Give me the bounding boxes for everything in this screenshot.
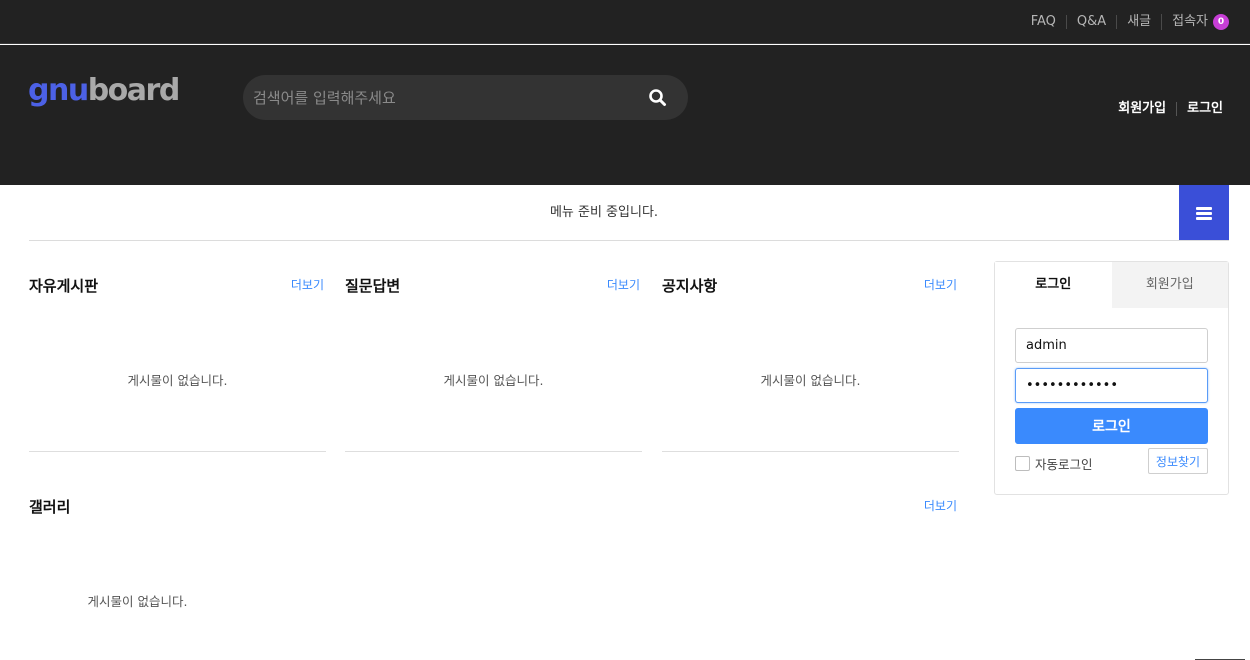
logo-gnu: gnu <box>28 73 89 108</box>
logo[interactable]: gnu board <box>28 71 180 115</box>
more-link[interactable]: 더보기 <box>924 497 957 514</box>
board-qa: 질문답변 더보기 게시물이 없습니다. <box>345 275 642 452</box>
all-menu-button[interactable] <box>1179 185 1229 240</box>
divider <box>29 451 326 452</box>
auto-login[interactable]: 자동로그인 <box>1015 454 1093 473</box>
more-link[interactable]: 더보기 <box>607 276 640 293</box>
header-links: 회원가입 로그인 <box>1108 102 1223 116</box>
empty-message: 게시물이 없습니다. <box>87 594 188 609</box>
top-bar: FAQ Q&A 새글 접속자 0 <box>0 0 1250 44</box>
top-links: FAQ Q&A 새글 접속자 0 <box>1021 0 1229 44</box>
divider <box>345 451 642 452</box>
faq-link[interactable]: FAQ <box>1021 15 1066 29</box>
login-tabs: 로그인 회원가입 <box>995 262 1228 308</box>
empty-message: 게시물이 없습니다. <box>127 373 228 388</box>
empty-message: 게시물이 없습니다. <box>760 373 861 388</box>
board-title: 공지사항 <box>662 277 718 295</box>
board-title: 갤러리 <box>29 498 71 516</box>
logo-board: board <box>87 73 181 108</box>
password-input[interactable] <box>1015 368 1208 403</box>
find-account-button[interactable]: 정보찾기 <box>1148 448 1208 474</box>
hamburger-icon <box>1196 207 1212 210</box>
divider <box>662 451 959 452</box>
search-icon[interactable] <box>648 88 668 108</box>
hamburger-icon-bar <box>1196 212 1212 215</box>
board-notice: 공지사항 더보기 게시물이 없습니다. <box>662 275 959 452</box>
nav-message: 메뉴 준비 중입니다. <box>549 205 659 220</box>
search-input[interactable] <box>253 75 633 120</box>
main-nav: 메뉴 준비 중입니다. <box>29 185 1229 241</box>
header: gnuboard 회원가입 로그인 <box>0 45 1250 185</box>
login-link[interactable]: 로그인 <box>1176 102 1223 116</box>
auto-login-label: 자동로그인 <box>1035 457 1093 472</box>
board-title: 자유게시판 <box>29 277 99 295</box>
board-free: 자유게시판 더보기 게시물이 없습니다. <box>29 275 326 452</box>
tab-login[interactable]: 로그인 <box>995 262 1112 308</box>
hamburger-icon-bar <box>1196 217 1212 220</box>
new-posts-link[interactable]: 새글 <box>1116 15 1161 29</box>
visitors-label: 접속자 <box>1172 14 1208 29</box>
more-link[interactable]: 더보기 <box>924 276 957 293</box>
visitors-link[interactable]: 접속자 0 <box>1161 14 1229 30</box>
login-button[interactable]: 로그인 <box>1015 408 1208 444</box>
board-title: 질문답변 <box>345 277 401 295</box>
login-box: 로그인 회원가입 로그인 자동로그인 정보찾기 <box>994 261 1229 495</box>
visitors-count-badge: 0 <box>1213 14 1229 30</box>
username-input[interactable] <box>1015 328 1208 363</box>
more-link[interactable]: 더보기 <box>291 276 324 293</box>
search-bar <box>243 75 688 120</box>
tab-register[interactable]: 회원가입 <box>1111 262 1228 308</box>
empty-message: 게시물이 없습니다. <box>443 373 544 388</box>
board-gallery: 갤러리 더보기 게시물이 없습니다. <box>29 496 959 626</box>
auto-login-checkbox[interactable] <box>1015 456 1030 471</box>
register-link[interactable]: 회원가입 <box>1108 102 1176 116</box>
qa-link[interactable]: Q&A <box>1065 15 1116 29</box>
